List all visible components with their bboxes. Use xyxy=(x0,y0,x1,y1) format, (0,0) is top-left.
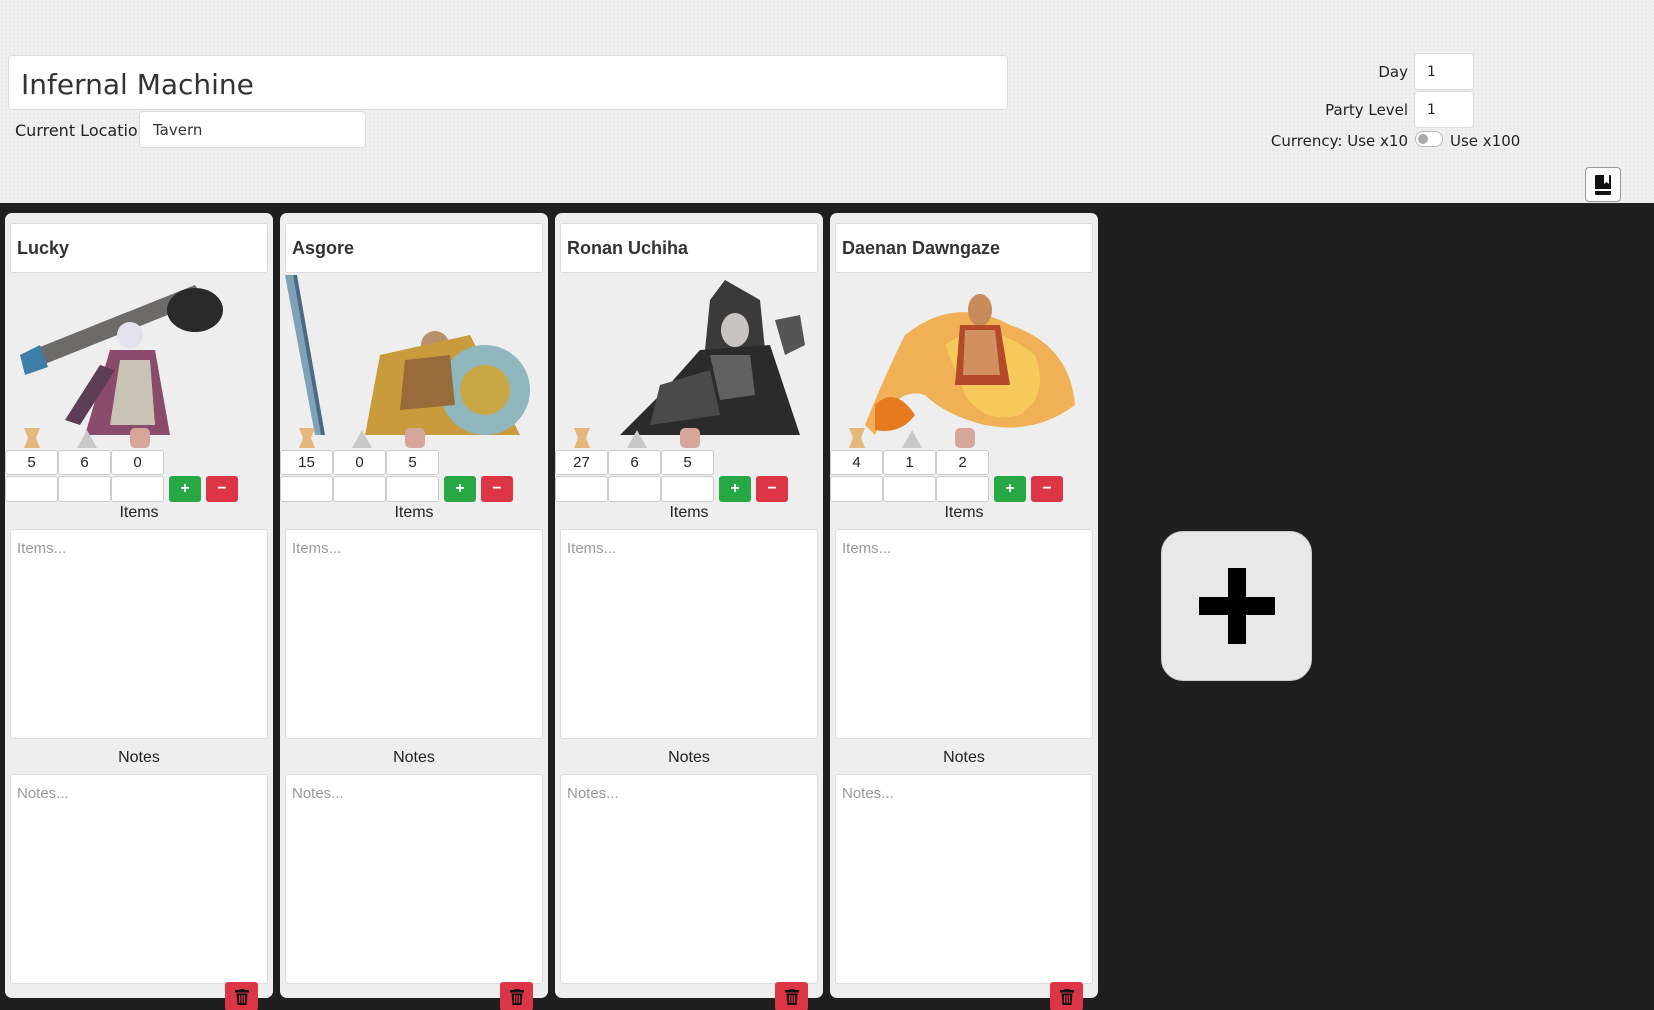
items-label: Items xyxy=(394,504,434,521)
gold-coin-icon xyxy=(849,428,865,448)
copper-amount[interactable]: 2 xyxy=(936,450,989,475)
character-name-input[interactable]: Ronan Uchiha xyxy=(560,223,818,273)
subtract-currency-button[interactable]: − xyxy=(481,476,513,502)
copper-delta-input[interactable] xyxy=(936,476,989,502)
character-card: Ronan Uchiha 27 6 5 + − Items Items... N… xyxy=(555,213,823,1010)
silver-delta-input[interactable] xyxy=(608,476,661,502)
currency-alt-label: Use x100 xyxy=(1450,132,1521,150)
silver-delta-input[interactable] xyxy=(58,476,111,502)
copper-amount[interactable]: 5 xyxy=(386,450,439,475)
gold-coin-icon xyxy=(24,428,40,448)
add-character-button[interactable] xyxy=(1161,531,1312,681)
delete-character-button[interactable] xyxy=(225,982,258,1010)
silver-amount[interactable]: 6 xyxy=(608,450,661,475)
gold-delta-input[interactable] xyxy=(555,476,608,502)
items-textarea[interactable]: Items... xyxy=(10,529,268,739)
silver-amount[interactable]: 6 xyxy=(58,450,111,475)
copper-coin-icon xyxy=(680,428,700,448)
subtract-currency-button[interactable]: − xyxy=(756,476,788,502)
gold-amount[interactable]: 5 xyxy=(5,450,58,475)
currency-label: Currency: Use x10 xyxy=(1270,132,1408,150)
party-level-label: Party Level xyxy=(1325,101,1408,119)
copper-coin-icon xyxy=(405,428,425,448)
add-currency-button[interactable]: + xyxy=(994,476,1026,502)
trash-icon xyxy=(509,988,524,1005)
silver-delta-input[interactable] xyxy=(333,476,386,502)
trash-icon xyxy=(784,988,799,1005)
gold-amount[interactable]: 27 xyxy=(555,450,608,475)
current-location-label: Current Location xyxy=(15,121,148,140)
subtract-currency-button[interactable]: − xyxy=(1031,476,1063,502)
gold-delta-input[interactable] xyxy=(830,476,883,502)
character-portrait xyxy=(620,280,805,435)
notes-textarea[interactable]: Notes... xyxy=(10,774,268,984)
items-label: Items xyxy=(669,504,709,521)
notes-label: Notes xyxy=(943,749,985,766)
character-portrait xyxy=(20,285,223,435)
notes-label: Notes xyxy=(118,749,160,766)
trash-icon xyxy=(234,988,249,1005)
silver-amount[interactable]: 1 xyxy=(883,450,936,475)
silver-coin-icon xyxy=(352,430,372,448)
items-textarea[interactable]: Items... xyxy=(835,529,1093,739)
notes-label: Notes xyxy=(668,749,710,766)
journal-button[interactable] xyxy=(1585,167,1621,202)
silver-coin-icon xyxy=(77,430,97,448)
campaign-name-input[interactable]: Infernal Machine xyxy=(8,55,1008,110)
silver-coin-icon xyxy=(627,430,647,448)
silver-amount[interactable]: 0 xyxy=(333,450,386,475)
notes-textarea[interactable]: Notes... xyxy=(285,774,543,984)
gold-coin-icon xyxy=(299,428,315,448)
copper-amount[interactable]: 5 xyxy=(661,450,714,475)
items-label: Items xyxy=(944,504,984,521)
character-card: Asgore 15 0 5 + − Items Items... Notes N… xyxy=(280,213,548,1010)
gold-delta-input[interactable] xyxy=(280,476,333,502)
day-input[interactable]: 1 xyxy=(1414,53,1474,90)
character-card: Daenan Dawngaze 4 1 2 + − Items Items...… xyxy=(830,213,1098,1010)
copper-coin-icon xyxy=(955,428,975,448)
silver-delta-input[interactable] xyxy=(883,476,936,502)
current-location-input[interactable]: Tavern xyxy=(139,111,366,148)
copper-delta-input[interactable] xyxy=(661,476,714,502)
gold-amount[interactable]: 4 xyxy=(830,450,883,475)
items-textarea[interactable]: Items... xyxy=(560,529,818,739)
notes-textarea[interactable]: Notes... xyxy=(835,774,1093,984)
items-textarea[interactable]: Items... xyxy=(285,529,543,739)
trash-icon xyxy=(1059,988,1074,1005)
gold-amount[interactable]: 15 xyxy=(280,450,333,475)
party-level-input[interactable]: 1 xyxy=(1414,91,1474,128)
notes-textarea[interactable]: Notes... xyxy=(560,774,818,984)
gold-coin-icon xyxy=(574,428,590,448)
copper-amount[interactable]: 0 xyxy=(111,450,164,475)
gold-delta-input[interactable] xyxy=(5,476,58,502)
delete-character-button[interactable] xyxy=(1050,982,1083,1010)
copper-coin-icon xyxy=(130,428,150,448)
character-portrait xyxy=(865,294,1075,435)
character-name-input[interactable]: Asgore xyxy=(285,223,543,273)
plus-icon xyxy=(1198,568,1275,644)
notes-label: Notes xyxy=(393,749,435,766)
character-name-input[interactable]: Lucky xyxy=(10,223,268,273)
journal-bookmark-icon xyxy=(1595,174,1611,195)
subtract-currency-button[interactable]: − xyxy=(206,476,238,502)
header-bar: Infernal Machine Current Location Tavern… xyxy=(0,0,1654,203)
copper-delta-input[interactable] xyxy=(386,476,439,502)
character-portrait xyxy=(285,275,530,435)
add-currency-button[interactable]: + xyxy=(719,476,751,502)
toggle-knob xyxy=(1418,134,1428,144)
delete-character-button[interactable] xyxy=(500,982,533,1010)
items-label: Items xyxy=(119,504,159,521)
copper-delta-input[interactable] xyxy=(111,476,164,502)
silver-coin-icon xyxy=(902,430,922,448)
add-currency-button[interactable]: + xyxy=(444,476,476,502)
delete-character-button[interactable] xyxy=(775,982,808,1010)
character-name-input[interactable]: Daenan Dawngaze xyxy=(835,223,1093,273)
day-label: Day xyxy=(1378,63,1408,81)
add-currency-button[interactable]: + xyxy=(169,476,201,502)
character-card: Lucky 5 6 0 + − Items Items... Notes Not… xyxy=(5,213,273,1010)
currency-toggle[interactable] xyxy=(1415,131,1443,147)
